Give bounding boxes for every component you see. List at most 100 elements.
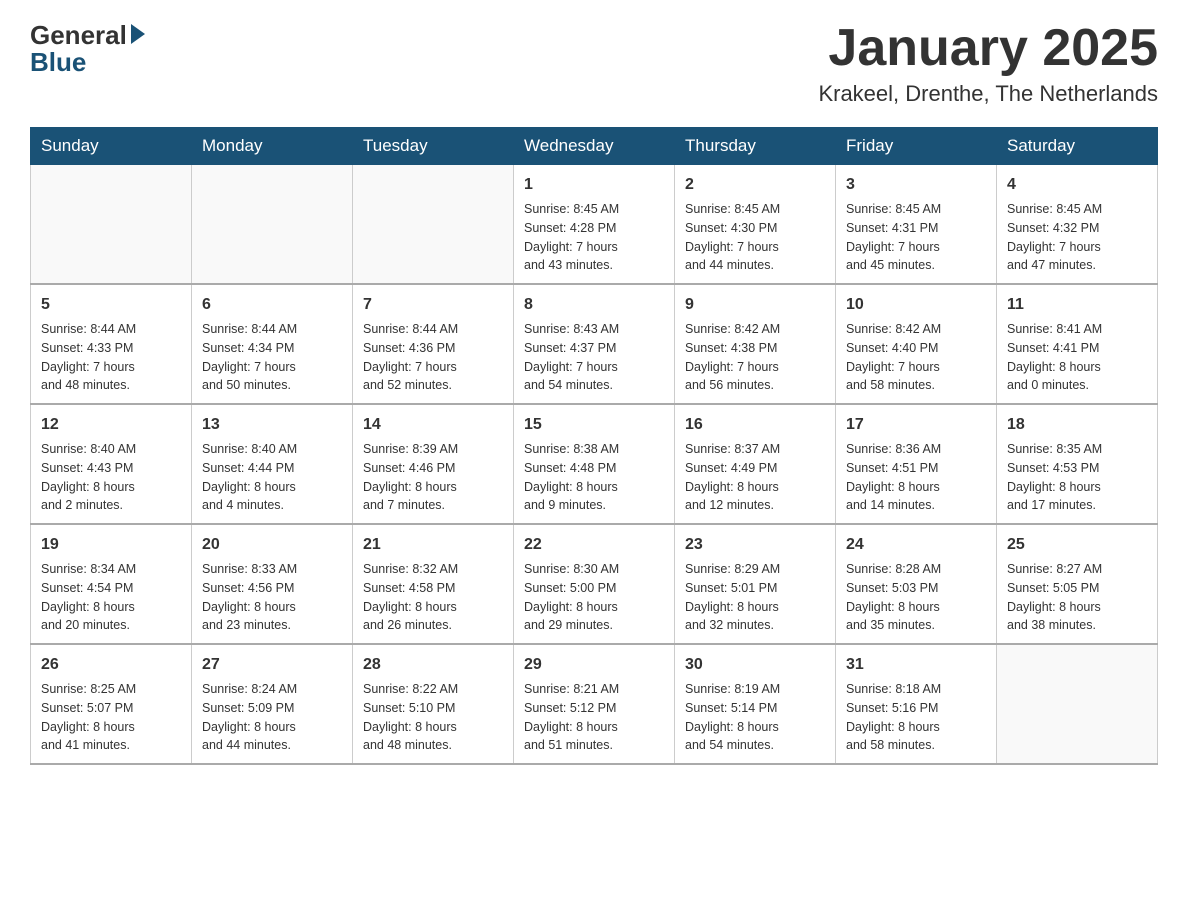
day-info: Sunrise: 8:40 AMSunset: 4:43 PMDaylight:…: [41, 440, 181, 515]
day-number: 21: [363, 533, 503, 557]
day-info: Sunrise: 8:43 AMSunset: 4:37 PMDaylight:…: [524, 320, 664, 395]
table-row: 8 Sunrise: 8:43 AMSunset: 4:37 PMDaylight…: [514, 284, 675, 404]
table-row: 10 Sunrise: 8:42 AMSunset: 4:40 PMDayligh…: [836, 284, 997, 404]
day-info: Sunrise: 8:45 AMSunset: 4:30 PMDaylight:…: [685, 200, 825, 275]
table-row: [192, 165, 353, 285]
day-number: 1: [524, 173, 664, 197]
day-info: Sunrise: 8:39 AMSunset: 4:46 PMDaylight:…: [363, 440, 503, 515]
table-row: 24 Sunrise: 8:28 AMSunset: 5:03 PMDayligh…: [836, 524, 997, 644]
day-info: Sunrise: 8:42 AMSunset: 4:40 PMDaylight:…: [846, 320, 986, 395]
table-row: 26 Sunrise: 8:25 AMSunset: 5:07 PMDayligh…: [31, 644, 192, 764]
day-number: 18: [1007, 413, 1147, 437]
day-number: 24: [846, 533, 986, 557]
calendar-week-row: 1 Sunrise: 8:45 AMSunset: 4:28 PMDaylight…: [31, 165, 1158, 285]
table-row: 2 Sunrise: 8:45 AMSunset: 4:30 PMDaylight…: [675, 165, 836, 285]
day-number: 12: [41, 413, 181, 437]
day-info: Sunrise: 8:44 AMSunset: 4:34 PMDaylight:…: [202, 320, 342, 395]
table-row: 14 Sunrise: 8:39 AMSunset: 4:46 PMDayligh…: [353, 404, 514, 524]
table-row: 31 Sunrise: 8:18 AMSunset: 5:16 PMDayligh…: [836, 644, 997, 764]
day-number: 25: [1007, 533, 1147, 557]
table-row: 16Sunrise: 8:37 AMSunset: 4:49 PMDayligh…: [675, 404, 836, 524]
day-number: 4: [1007, 173, 1147, 197]
table-row: 30 Sunrise: 8:19 AMSunset: 5:14 PMDayligh…: [675, 644, 836, 764]
day-info: Sunrise: 8:30 AMSunset: 5:00 PMDaylight:…: [524, 560, 664, 635]
day-info: Sunrise: 8:37 AMSunset: 4:49 PMDaylight:…: [685, 440, 825, 515]
table-row: 21 Sunrise: 8:32 AMSunset: 4:58 PMDayligh…: [353, 524, 514, 644]
day-number: 26: [41, 653, 181, 677]
day-number: 22: [524, 533, 664, 557]
day-info: Sunrise: 8:45 AMSunset: 4:31 PMDaylight:…: [846, 200, 986, 275]
day-info: Sunrise: 8:19 AMSunset: 5:14 PMDaylight:…: [685, 680, 825, 755]
day-number: 9: [685, 293, 825, 317]
table-row: 4 Sunrise: 8:45 AMSunset: 4:32 PMDaylight…: [997, 165, 1158, 285]
day-info: Sunrise: 8:25 AMSunset: 5:07 PMDaylight:…: [41, 680, 181, 755]
day-number: 15: [524, 413, 664, 437]
day-number: 8: [524, 293, 664, 317]
day-info: Sunrise: 8:40 AMSunset: 4:44 PMDaylight:…: [202, 440, 342, 515]
day-info: Sunrise: 8:33 AMSunset: 4:56 PMDaylight:…: [202, 560, 342, 635]
day-number: 6: [202, 293, 342, 317]
table-row: 23Sunrise: 8:29 AMSunset: 5:01 PMDayligh…: [675, 524, 836, 644]
location-title: Krakeel, Drenthe, The Netherlands: [818, 81, 1158, 107]
day-number: 31: [846, 653, 986, 677]
table-row: 20Sunrise: 8:33 AMSunset: 4:56 PMDayligh…: [192, 524, 353, 644]
table-row: 5Sunrise: 8:44 AMSunset: 4:33 PMDaylight…: [31, 284, 192, 404]
month-title: January 2025: [818, 20, 1158, 77]
table-row: 29 Sunrise: 8:21 AMSunset: 5:12 PMDayligh…: [514, 644, 675, 764]
day-info: Sunrise: 8:45 AMSunset: 4:28 PMDaylight:…: [524, 200, 664, 275]
day-info: Sunrise: 8:24 AMSunset: 5:09 PMDaylight:…: [202, 680, 342, 755]
col-sunday: Sunday: [31, 128, 192, 165]
table-row: [353, 165, 514, 285]
table-row: 11Sunrise: 8:41 AMSunset: 4:41 PMDayligh…: [997, 284, 1158, 404]
calendar-week-row: 26 Sunrise: 8:25 AMSunset: 5:07 PMDayligh…: [31, 644, 1158, 764]
title-block: January 2025 Krakeel, Drenthe, The Nethe…: [818, 20, 1158, 107]
table-row: 7Sunrise: 8:44 AMSunset: 4:36 PMDaylight…: [353, 284, 514, 404]
day-number: 28: [363, 653, 503, 677]
table-row: 28Sunrise: 8:22 AMSunset: 5:10 PMDayligh…: [353, 644, 514, 764]
day-number: 13: [202, 413, 342, 437]
day-number: 5: [41, 293, 181, 317]
table-row: 3 Sunrise: 8:45 AMSunset: 4:31 PMDaylight…: [836, 165, 997, 285]
table-row: 18Sunrise: 8:35 AMSunset: 4:53 PMDayligh…: [997, 404, 1158, 524]
calendar-table: Sunday Monday Tuesday Wednesday Thursday…: [30, 127, 1158, 765]
page-header: General Blue January 2025 Krakeel, Drent…: [30, 20, 1158, 107]
calendar-week-row: 12 Sunrise: 8:40 AMSunset: 4:43 PMDayligh…: [31, 404, 1158, 524]
day-info: Sunrise: 8:32 AMSunset: 4:58 PMDaylight:…: [363, 560, 503, 635]
day-info: Sunrise: 8:34 AMSunset: 4:54 PMDaylight:…: [41, 560, 181, 635]
table-row: 1 Sunrise: 8:45 AMSunset: 4:28 PMDaylight…: [514, 165, 675, 285]
logo-blue-text: Blue: [30, 47, 86, 78]
day-number: 30: [685, 653, 825, 677]
table-row: 25Sunrise: 8:27 AMSunset: 5:05 PMDayligh…: [997, 524, 1158, 644]
day-number: 29: [524, 653, 664, 677]
col-thursday: Thursday: [675, 128, 836, 165]
day-info: Sunrise: 8:29 AMSunset: 5:01 PMDaylight:…: [685, 560, 825, 635]
day-number: 27: [202, 653, 342, 677]
table-row: [31, 165, 192, 285]
day-number: 10: [846, 293, 986, 317]
calendar-header-row: Sunday Monday Tuesday Wednesday Thursday…: [31, 128, 1158, 165]
col-saturday: Saturday: [997, 128, 1158, 165]
calendar-week-row: 19Sunrise: 8:34 AMSunset: 4:54 PMDayligh…: [31, 524, 1158, 644]
day-info: Sunrise: 8:36 AMSunset: 4:51 PMDaylight:…: [846, 440, 986, 515]
col-monday: Monday: [192, 128, 353, 165]
logo-triangle-icon: [131, 24, 145, 44]
day-info: Sunrise: 8:42 AMSunset: 4:38 PMDaylight:…: [685, 320, 825, 395]
day-info: Sunrise: 8:45 AMSunset: 4:32 PMDaylight:…: [1007, 200, 1147, 275]
day-number: 3: [846, 173, 986, 197]
day-number: 2: [685, 173, 825, 197]
table-row: 9 Sunrise: 8:42 AMSunset: 4:38 PMDaylight…: [675, 284, 836, 404]
table-row: 22 Sunrise: 8:30 AMSunset: 5:00 PMDayligh…: [514, 524, 675, 644]
table-row: 13 Sunrise: 8:40 AMSunset: 4:44 PMDayligh…: [192, 404, 353, 524]
col-wednesday: Wednesday: [514, 128, 675, 165]
day-number: 14: [363, 413, 503, 437]
day-info: Sunrise: 8:21 AMSunset: 5:12 PMDaylight:…: [524, 680, 664, 755]
calendar-week-row: 5Sunrise: 8:44 AMSunset: 4:33 PMDaylight…: [31, 284, 1158, 404]
col-tuesday: Tuesday: [353, 128, 514, 165]
day-info: Sunrise: 8:44 AMSunset: 4:36 PMDaylight:…: [363, 320, 503, 395]
day-info: Sunrise: 8:18 AMSunset: 5:16 PMDaylight:…: [846, 680, 986, 755]
table-row: [997, 644, 1158, 764]
table-row: 19Sunrise: 8:34 AMSunset: 4:54 PMDayligh…: [31, 524, 192, 644]
table-row: 12 Sunrise: 8:40 AMSunset: 4:43 PMDayligh…: [31, 404, 192, 524]
day-info: Sunrise: 8:28 AMSunset: 5:03 PMDaylight:…: [846, 560, 986, 635]
table-row: 27 Sunrise: 8:24 AMSunset: 5:09 PMDayligh…: [192, 644, 353, 764]
